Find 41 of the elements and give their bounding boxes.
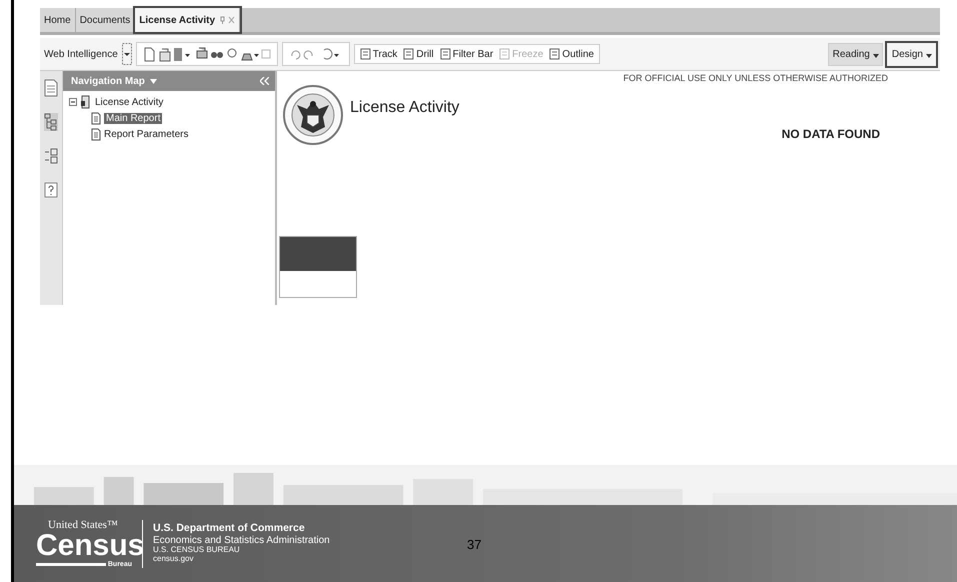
- help-icon[interactable]: [44, 181, 58, 199]
- toolbar-button[interactable]: Track: [360, 48, 398, 60]
- report-icon: [80, 95, 92, 109]
- tree-icon[interactable]: [44, 113, 58, 131]
- document-tab[interactable]: Home: [40, 8, 76, 32]
- toolbar-item-icon: [549, 48, 560, 60]
- toolbar-item-icon: [440, 48, 451, 60]
- pin-close-icon[interactable]: [219, 16, 236, 24]
- toolbar-item-icon: [499, 48, 510, 60]
- file-tools-icon[interactable]: [142, 46, 272, 62]
- caret-icon[interactable]: [150, 78, 157, 84]
- tree-item[interactable]: License Activity: [95, 96, 164, 108]
- toolbar-button[interactable]: Filter Bar: [440, 48, 494, 60]
- mode-button[interactable]: Reading: [828, 42, 883, 66]
- toolbar-button[interactable]: Drill: [403, 48, 434, 60]
- document-icon[interactable]: [44, 79, 58, 97]
- status-message: NO DATA FOUND: [782, 127, 880, 141]
- tree-item[interactable]: Report Parameters: [104, 129, 188, 140]
- toolbar-item-icon: [360, 48, 371, 60]
- toolbar-button[interactable]: Outline: [549, 48, 594, 60]
- page-icon: [91, 128, 101, 141]
- agency-text: Economics and Statistics Administration: [153, 534, 330, 546]
- page-icon: [91, 112, 101, 125]
- logo-text: Census: [36, 530, 144, 560]
- toggle-icon[interactable]: [69, 98, 77, 106]
- department-name: U.S. Department of Commerce: [153, 523, 306, 535]
- tree-item[interactable]: Main Report: [104, 113, 162, 124]
- toolbar-item-icon: [403, 48, 414, 60]
- agency-text: census.gov: [153, 554, 194, 564]
- logo-text: United States™: [48, 520, 119, 530]
- page-number: 37: [467, 537, 482, 552]
- dropdown-icon[interactable]: [122, 43, 132, 65]
- collapse-icon[interactable]: [260, 77, 269, 85]
- report-title: License Activity: [350, 99, 460, 117]
- document-tab[interactable]: Documents: [76, 8, 136, 32]
- document-tab[interactable]: License Activity: [135, 8, 240, 32]
- notice-text: FOR OFFICIAL USE ONLY UNLESS OTHERWISE AUTHORIZED: [623, 73, 888, 83]
- mode-button[interactable]: Design: [886, 42, 936, 66]
- checklist-icon[interactable]: [44, 147, 58, 165]
- agency-text: U.S. CENSUS BUREAU: [153, 546, 241, 555]
- app-menu[interactable]: Web Intelligence: [44, 48, 118, 60]
